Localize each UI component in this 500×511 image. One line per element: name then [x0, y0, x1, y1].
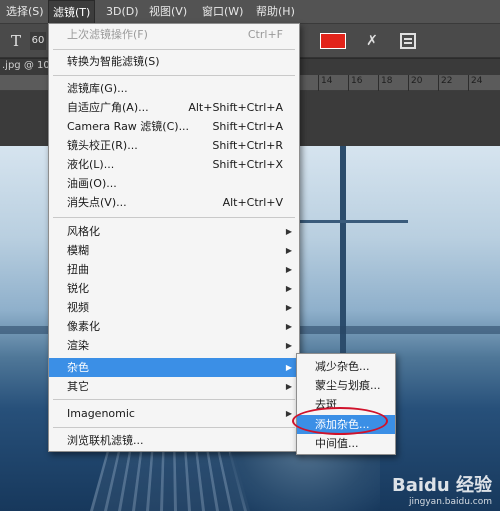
submenu-arrow-icon: ▶	[286, 358, 292, 377]
watermark-url: jingyan.baidu.com	[392, 497, 492, 507]
menu-item-smart-filter[interactable]: 转换为智能滤镜(S)	[49, 52, 299, 71]
ruler-number: 18	[381, 76, 392, 86]
menu-item-vanishing-point[interactable]: 消失点(V)... Alt+Ctrl+V	[49, 193, 299, 212]
submenu-item-dust-scratches[interactable]: 蒙尘与划痕...	[297, 376, 395, 395]
menu-item-camera-raw[interactable]: Camera Raw 滤镜(C)... Shift+Ctrl+A	[49, 117, 299, 136]
watermark: Baidu 经验 jingyan.baidu.com	[392, 471, 492, 507]
submenu-arrow-icon: ▶	[286, 260, 292, 279]
noise-submenu: 减少杂色... 蒙尘与划痕... 去斑 添加杂色... 中间值...	[296, 353, 396, 455]
menu-item-lens-correction[interactable]: 镜头校正(R)... Shift+Ctrl+R	[49, 136, 299, 155]
menu-item-stylize[interactable]: 风格化 ▶	[49, 222, 299, 241]
menu-window[interactable]: 窗口(W)	[198, 0, 247, 24]
ruler-number: 20	[411, 76, 422, 86]
pier-crossbar	[298, 220, 408, 223]
text-tool-icon[interactable]: T	[6, 32, 26, 50]
submenu-arrow-icon: ▶	[286, 241, 292, 260]
menu-item-video[interactable]: 视频 ▶	[49, 298, 299, 317]
submenu-arrow-icon: ▶	[286, 336, 292, 355]
menu-item-distort[interactable]: 扭曲 ▶	[49, 260, 299, 279]
menu-item-blur[interactable]: 模糊 ▶	[49, 241, 299, 260]
ruler-number: 22	[441, 76, 452, 86]
menu-item-render[interactable]: 渲染 ▶	[49, 336, 299, 355]
menu-item-other[interactable]: 其它 ▶	[49, 377, 299, 396]
menu-item-last-filter[interactable]: 上次滤镜操作(F) Ctrl+F	[49, 25, 299, 44]
submenu-item-reduce-noise[interactable]: 减少杂色...	[297, 357, 395, 376]
ruler-number: 14	[321, 76, 332, 86]
menu-select[interactable]: 选择(S)	[2, 0, 48, 24]
ruler-number: 24	[471, 76, 482, 86]
filter-dropdown-menu: 上次滤镜操作(F) Ctrl+F 转换为智能滤镜(S) 滤镜库(G)... 自适…	[48, 23, 300, 452]
submenu-item-median[interactable]: 中间值...	[297, 434, 395, 453]
menu-item-imagenomic[interactable]: Imagenomic ▶	[49, 404, 299, 423]
watermark-logo: Baidu 经验	[392, 471, 492, 497]
warp-text-icon[interactable]: ✗	[362, 31, 382, 51]
menu-item-filter-gallery[interactable]: 滤镜库(G)...	[49, 79, 299, 98]
character-panel-icon[interactable]	[400, 33, 416, 49]
submenu-arrow-icon: ▶	[286, 298, 292, 317]
pier-pole	[340, 146, 346, 386]
menu-item-pixelate[interactable]: 像素化 ▶	[49, 317, 299, 336]
menu-item-adaptive-wide-angle[interactable]: 自适应广角(A)... Alt+Shift+Ctrl+A	[49, 98, 299, 117]
font-size-field[interactable]: 60	[30, 32, 46, 50]
menu-help[interactable]: 帮助(H)	[252, 0, 299, 24]
menu-item-oil-paint[interactable]: 油画(O)...	[49, 174, 299, 193]
ruler-number: 16	[351, 76, 362, 86]
text-color-swatch[interactable]	[320, 33, 346, 49]
menu-filter[interactable]: 滤镜(T)	[48, 0, 95, 24]
highlight-annotation-circle	[292, 407, 388, 435]
menu-3d[interactable]: 3D(D)	[102, 0, 143, 24]
menu-item-browse-online-filters[interactable]: 浏览联机滤镜...	[49, 431, 299, 450]
menu-view[interactable]: 视图(V)	[145, 0, 191, 24]
submenu-arrow-icon: ▶	[286, 377, 292, 396]
menu-bar: 选择(S) 滤镜(T) 3D(D) 视图(V) 窗口(W) 帮助(H)	[0, 0, 500, 24]
menu-item-sharpen[interactable]: 锐化 ▶	[49, 279, 299, 298]
menu-item-noise[interactable]: 杂色 ▶	[49, 358, 299, 377]
menu-item-liquify[interactable]: 液化(L)... Shift+Ctrl+X	[49, 155, 299, 174]
submenu-arrow-icon: ▶	[286, 317, 292, 336]
submenu-arrow-icon: ▶	[286, 279, 292, 298]
submenu-arrow-icon: ▶	[286, 222, 292, 241]
